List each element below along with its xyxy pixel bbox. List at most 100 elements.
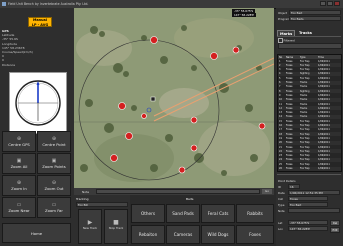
cat-value[interactable]: Foxes: [288, 196, 328, 201]
table-cell: 1/06/2011: [318, 106, 330, 110]
table-cell: 12: [279, 106, 282, 110]
table-cell: Fox Trap: [300, 132, 310, 136]
table-cell: Tracks: [300, 98, 308, 102]
map-longitude-readout: 147° 58.228'E: [232, 13, 256, 17]
lat-label: Lat: [278, 221, 283, 225]
table-cell: 24: [279, 158, 282, 162]
zoom-in-button[interactable]: ⊕ Zoom In: [2, 175, 36, 196]
table-cell: 1/06/2011: [318, 158, 330, 162]
foxes-button[interactable]: Foxes: [236, 225, 274, 244]
table-cell: 1/06/2011: [318, 124, 330, 128]
table-cell: 1/06/2011: [318, 141, 330, 145]
table-cell: 1/06/2011: [318, 154, 330, 158]
points-table[interactable]: No Name Type Time 1 Foxes Fox Trap 1/06/201…: [277, 54, 342, 172]
table-cell: 25: [279, 162, 282, 166]
table-cell: 1/06/2011: [318, 167, 330, 171]
cameras-button[interactable]: Cameras: [166, 225, 200, 244]
table-cell: Fox Trap: [300, 59, 310, 63]
close-button[interactable]: [334, 1, 340, 6]
object-row: Object Fox Bait: [277, 10, 342, 15]
table-cell: Foxes: [286, 158, 293, 162]
tracking-heading: Tracking: [76, 197, 89, 201]
note-detail-input[interactable]: [288, 208, 340, 213]
table-cell: Fox Trap: [300, 149, 310, 153]
filter-row: Filtered: [278, 38, 342, 49]
button-label: Zoom Points: [42, 164, 66, 169]
centre-gps-button[interactable]: ⊕ Centre GPS: [2, 131, 36, 152]
table-cell: 11: [279, 102, 282, 106]
object-select[interactable]: Fox Bait: [289, 10, 341, 15]
table-cell: Foxes: [286, 72, 293, 76]
home-button[interactable]: Home: [2, 223, 71, 243]
edit-point-button[interactable]: Edit: [330, 227, 340, 233]
stop-track-button[interactable]: ■ Stop Track: [104, 209, 128, 244]
button-label: Centre Point: [42, 142, 66, 147]
table-cell: 20: [279, 141, 282, 145]
table-cell: Foxes: [286, 132, 293, 136]
minimize-button[interactable]: [320, 1, 326, 6]
table-cell: 1/06/2011: [318, 63, 330, 67]
feral-cats-button[interactable]: Feral Cats: [201, 204, 235, 223]
left-panel: Manual LP - AVG GPS Latitude -35° 55.6S …: [0, 8, 74, 246]
button-label: Zoom In: [11, 186, 27, 191]
button-label: Zoom All: [10, 164, 28, 169]
table-cell: Foxes: [286, 76, 293, 80]
tracking-select[interactable]: Fox Bill: [76, 202, 128, 207]
program-select[interactable]: Fox Baits: [289, 16, 341, 21]
map-view[interactable]: -33° 55.675'S 147° 58.228'E: [74, 8, 274, 188]
note-label: Note: [82, 189, 90, 194]
filter-checkbox[interactable]: [278, 38, 283, 43]
note-input[interactable]: [96, 189, 260, 194]
new-track-button[interactable]: ▶ New Track: [78, 209, 102, 244]
note-row: Note: [277, 208, 342, 214]
gps-line: Distance: [2, 62, 16, 67]
table-cell: Fox Trap: [300, 136, 310, 140]
table-row[interactable]: 26 Foxes Fox Trap 1/06/2011: [278, 166, 341, 171]
note-go-button[interactable]: Go: [262, 189, 272, 194]
delete-point-button[interactable]: Del: [330, 220, 340, 226]
table-cell: 1/06/2011: [318, 145, 330, 149]
filter-select[interactable]: [278, 43, 342, 49]
table-cell: Foxes: [286, 81, 293, 85]
table-cell: Fox Trap: [300, 68, 310, 72]
app-window: Field Unit Bench by Invertebrate Austral…: [0, 0, 343, 246]
gps-line: Course/Speed(km/h): [2, 50, 33, 55]
table-cell: 1/06/2011: [318, 119, 330, 123]
others-button[interactable]: Others: [131, 204, 165, 223]
table-cell: 26: [279, 167, 282, 171]
centre-point-button[interactable]: ⊕ Centre Point: [37, 131, 71, 152]
table-cell: 1/06/2011: [318, 149, 330, 153]
wild-dogs-button[interactable]: Wild Dogs: [201, 225, 235, 244]
mode-indicator[interactable]: Manual LP - AVG: [28, 17, 52, 27]
sand-pads-button[interactable]: Sand Pads: [166, 204, 200, 223]
zoom-out-button[interactable]: ⊖ Zoom Out: [37, 175, 71, 196]
button-label: Zoom Near: [8, 208, 30, 213]
lat-value: -33° 55.675'S: [288, 220, 328, 225]
table-cell: 1/06/2011: [318, 76, 330, 80]
button-label: New Track: [82, 226, 98, 230]
table-cell: Fox Trap: [300, 158, 310, 162]
table-cell: 1/06/2011: [318, 81, 330, 85]
rabbits-button[interactable]: Rabbits: [236, 204, 274, 223]
table-cell: Tracks: [300, 106, 308, 110]
table-cell: 2: [279, 63, 281, 67]
zoom-all-button[interactable]: ▣ Zoom All: [2, 153, 36, 174]
zoom-near-button[interactable]: ▭ Zoom Near: [2, 197, 36, 218]
table-cell: 13: [279, 111, 282, 115]
id-value: 16: [288, 184, 300, 189]
zoom-points-button[interactable]: ▣ Zoom Points: [37, 153, 71, 174]
type-label: Type: [278, 203, 285, 207]
rebaiton-button[interactable]: Rebaiton: [131, 225, 165, 244]
id-label: ID: [278, 185, 281, 189]
zoom-far-button[interactable]: ▭ Zoom Far: [37, 197, 71, 218]
table-cell: Tracks: [300, 111, 308, 115]
table-cell: 1/06/2011: [318, 111, 330, 115]
table-cell: 5: [279, 76, 281, 80]
type-value[interactable]: Fox Bait: [288, 202, 328, 207]
table-cell: Foxes: [286, 111, 293, 115]
table-cell: Tracks: [300, 115, 308, 119]
gps-readout: GPS Latitude -35° 55.6S Longitude 145° 5…: [2, 29, 33, 67]
table-cell: Tracks: [300, 93, 308, 97]
table-cell: Foxes: [286, 128, 293, 132]
maximize-button[interactable]: [327, 1, 333, 6]
